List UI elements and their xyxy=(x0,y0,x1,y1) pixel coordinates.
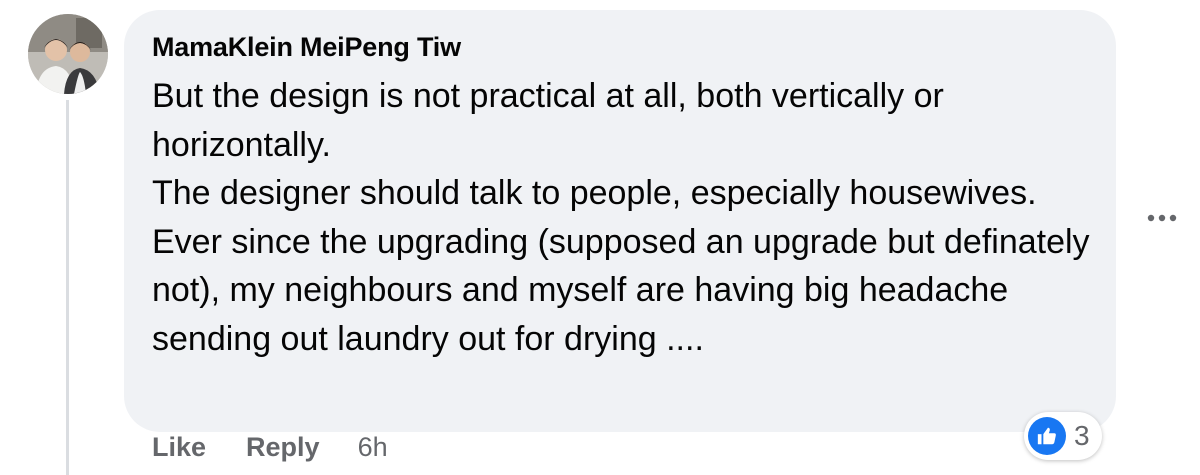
comment-paragraph: But the design is not practical at all, … xyxy=(152,77,944,164)
reaction-count: 3 xyxy=(1074,420,1090,451)
thread-line xyxy=(66,100,69,475)
author-name[interactable]: MamaKlein MeiPeng Tiw xyxy=(152,32,461,63)
comment: MamaKlein MeiPeng Tiw But the design is … xyxy=(0,0,1200,475)
reactions-summary[interactable]: 3 xyxy=(1024,412,1102,460)
comment-text: But the design is not practical at all, … xyxy=(152,72,1092,363)
ellipsis-icon[interactable] xyxy=(1144,200,1180,236)
like-button[interactable]: Like xyxy=(152,432,206,463)
avatar[interactable] xyxy=(28,14,108,94)
avatar-image xyxy=(28,14,108,94)
reply-button[interactable]: Reply xyxy=(246,432,320,463)
comment-actions: Like Reply 6h xyxy=(152,432,388,463)
thumbs-up-icon xyxy=(1028,417,1066,455)
comment-paragraph: The designer should talk to people, espe… xyxy=(152,174,1037,212)
comment-paragraph: Ever since the upgrading (supposed an up… xyxy=(152,222,1090,358)
timestamp[interactable]: 6h xyxy=(358,432,388,463)
comment-bubble: MamaKlein MeiPeng Tiw But the design is … xyxy=(124,10,1116,432)
